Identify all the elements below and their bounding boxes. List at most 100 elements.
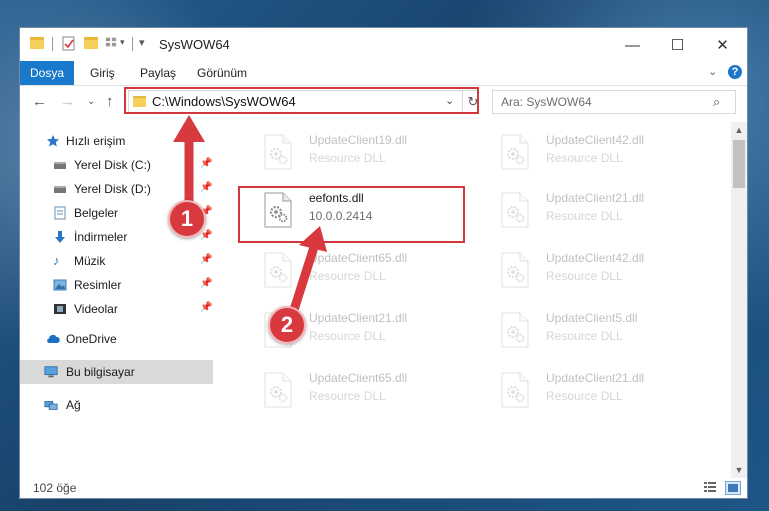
step-2-badge: 2 <box>268 306 306 344</box>
sidebar-item-label: OneDrive <box>66 332 117 346</box>
scroll-up-icon[interactable]: ▲ <box>731 122 747 138</box>
file-description: Resource DLL <box>546 389 623 403</box>
file-name: UpdateClient21.dll <box>309 311 408 325</box>
sidebar-item-label: Resimler <box>74 278 122 292</box>
sidebar-item-this-pc[interactable]: Bu bilgisayar <box>20 360 213 384</box>
title-bar: ▾ ▾ SysWOW64 — ☐ ✕ <box>20 28 747 61</box>
dll-file-icon <box>501 312 529 348</box>
sidebar-item-music[interactable]: ♪ Müzik 📌 <box>20 250 213 272</box>
dll-file-icon <box>501 372 529 408</box>
sidebar-item-label: Yerel Disk (C:) <box>74 158 151 172</box>
dll-file-icon <box>501 192 529 228</box>
tab-home[interactable]: Giriş <box>90 66 115 80</box>
forward-arrow-icon[interactable]: → <box>60 93 75 110</box>
file-name: UpdateClient19.dll <box>309 133 408 147</box>
sidebar-item-local-disk-c[interactable]: Yerel Disk (C:) 📌 <box>20 154 213 176</box>
status-bar: 102 öğe <box>20 478 747 498</box>
sidebar-item-local-disk-d[interactable]: Yerel Disk (D:) 📌 <box>20 178 213 200</box>
scroll-down-icon[interactable]: ▼ <box>731 462 747 478</box>
videos-icon <box>54 304 66 314</box>
new-folder-icon[interactable] <box>84 37 98 49</box>
pin-icon[interactable]: 📌 <box>200 158 212 169</box>
toolbar-divider <box>52 37 53 51</box>
properties-icon[interactable] <box>62 36 76 51</box>
search-box[interactable]: Ara: SysWOW64 ⌕ <box>492 90 736 114</box>
file-name: UpdateClient21.dll <box>546 191 645 205</box>
folder-icon <box>30 37 44 49</box>
file-highlight-box <box>238 186 465 243</box>
toolbar-divider <box>132 37 133 51</box>
back-arrow-icon[interactable]: ← <box>32 93 47 110</box>
file-name: UpdateClient5.dll <box>546 311 638 325</box>
dll-file-icon <box>264 372 292 408</box>
file-name: UpdateClient65.dll <box>309 251 408 265</box>
sidebar-item-onedrive[interactable]: OneDrive <box>20 328 213 350</box>
download-icon <box>55 231 65 243</box>
sidebar-item-pictures[interactable]: Resimler 📌 <box>20 274 213 296</box>
maximize-button[interactable]: ☐ <box>655 31 700 59</box>
vertical-scrollbar[interactable]: ▲ ▼ <box>731 122 747 478</box>
navigation-bar: ← → ⌄ ↑ C:\Windows\SysWOW64 ⌄ ↻ Ara: Sys… <box>20 86 747 120</box>
dll-file-icon <box>264 252 292 288</box>
file-description: Resource DLL <box>309 389 386 403</box>
file-item[interactable]: UpdateClient65.dll Resource DLL <box>263 248 473 294</box>
sidebar-item-label: İndirmeler <box>74 230 128 244</box>
file-item[interactable]: UpdateClient65.dll Resource DLL <box>263 368 473 414</box>
network-icon <box>44 401 58 410</box>
customize-dropdown-icon[interactable]: ▾ <box>120 37 125 48</box>
file-description: Resource DLL <box>546 269 623 283</box>
cloud-icon <box>47 334 60 343</box>
details-view-icon[interactable] <box>703 481 717 493</box>
sidebar-item-quick-access[interactable]: Hızlı erişim <box>20 130 213 152</box>
sidebar-item-label: Videolar <box>74 302 118 316</box>
file-description: Resource DLL <box>546 151 623 165</box>
file-name: UpdateClient42.dll <box>546 251 645 265</box>
file-list: UpdateClient19.dll Resource DLL UpdateClie… <box>215 122 732 478</box>
explorer-window: ▾ ▾ SysWOW64 — ☐ ✕ Dosya Giriş Paylaş Gö… <box>20 28 747 498</box>
pin-icon[interactable]: 📌 <box>200 254 212 265</box>
quick-access-toolbar-icon[interactable]: ▾ <box>139 36 145 49</box>
help-icon[interactable]: ? <box>728 65 742 79</box>
up-arrow-icon[interactable]: ↑ <box>106 93 114 110</box>
computer-icon <box>44 366 58 378</box>
file-item[interactable]: UpdateClient21.dll Resource DLL <box>500 188 710 234</box>
sidebar-item-label: Belgeler <box>74 206 119 220</box>
pictures-icon <box>53 279 67 291</box>
close-button[interactable]: ✕ <box>700 31 745 59</box>
file-description: Resource DLL <box>546 209 623 223</box>
tab-file[interactable]: Dosya <box>20 61 74 85</box>
file-item[interactable]: UpdateClient42.dll Resource DLL <box>500 130 710 176</box>
dll-file-icon <box>501 134 529 170</box>
sidebar-item-label: Müzik <box>74 254 106 268</box>
search-placeholder: Ara: SysWOW64 <box>501 95 592 109</box>
file-item[interactable]: UpdateClient19.dll Resource DLL <box>263 130 473 176</box>
tab-view[interactable]: Görünüm <box>197 66 247 80</box>
pin-icon[interactable]: 📌 <box>200 230 212 241</box>
sidebar-item-videos[interactable]: Videolar 📌 <box>20 298 213 320</box>
file-item[interactable]: UpdateClient21.dll Resource DLL <box>500 368 710 414</box>
step-1-badge: 1 <box>168 200 206 238</box>
dll-file-icon <box>264 134 292 170</box>
star-icon <box>47 135 59 147</box>
pin-icon[interactable]: 📌 <box>200 278 212 289</box>
search-icon[interactable]: ⌕ <box>713 94 720 110</box>
file-description: Resource DLL <box>309 269 386 283</box>
sidebar-item-network[interactable]: Ağ <box>20 394 213 416</box>
recent-locations-icon[interactable]: ⌄ <box>87 96 95 107</box>
large-icons-view-icon[interactable] <box>725 481 741 495</box>
view-options-icon[interactable] <box>104 36 118 48</box>
sidebar-item-label: Ağ <box>66 398 81 412</box>
address-highlight-box <box>124 87 479 114</box>
minimize-button[interactable]: — <box>610 31 655 59</box>
ribbon-tabs: Dosya Giriş Paylaş Görünüm ⌄ ? <box>20 61 747 86</box>
dll-file-icon <box>501 252 529 288</box>
scrollbar-thumb[interactable] <box>733 140 745 188</box>
drive-icon <box>54 162 66 169</box>
pin-icon[interactable]: 📌 <box>200 182 212 193</box>
file-item[interactable]: UpdateClient42.dll Resource DLL <box>500 248 710 294</box>
file-item[interactable]: UpdateClient5.dll Resource DLL <box>500 308 710 354</box>
expand-ribbon-icon[interactable]: ⌄ <box>708 65 717 78</box>
music-icon: ♪ <box>53 253 60 268</box>
pin-icon[interactable]: 📌 <box>200 302 212 313</box>
tab-share[interactable]: Paylaş <box>140 66 176 80</box>
